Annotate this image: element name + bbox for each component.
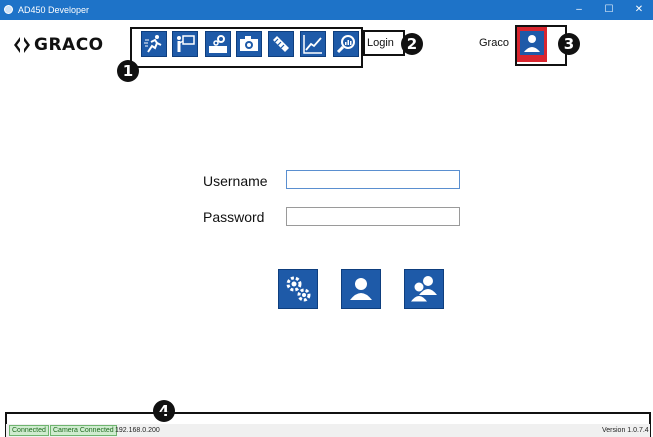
running-person-icon (144, 35, 162, 53)
minimize-button[interactable]: – (564, 0, 594, 20)
callout-3: 3 (558, 33, 580, 55)
username-label: Username (203, 173, 268, 189)
machine-gears-icon (209, 35, 227, 53)
user-icon (350, 278, 372, 300)
password-input[interactable] (286, 207, 460, 226)
camera-status-badge: Camera Connected (50, 425, 117, 436)
camera-icon (240, 36, 258, 51)
password-label: Password (203, 209, 265, 225)
app-icon (4, 5, 13, 14)
graco-logo: GRACO (12, 35, 130, 55)
user-login-button[interactable] (341, 269, 381, 309)
status-bar: Connected Camera Connected 192.168.0.200… (6, 424, 650, 437)
callout-2: 2 (401, 33, 423, 55)
close-button[interactable]: ✕ (624, 0, 653, 20)
users-button[interactable] (404, 269, 444, 309)
graco-logo-mark-icon (14, 37, 30, 53)
user-button[interactable] (517, 27, 547, 62)
line-chart-icon (303, 35, 322, 54)
callout-1: 1 (117, 60, 139, 82)
calibration-button[interactable] (268, 31, 294, 57)
title-bar: AD450 Developer – ☐ ✕ (0, 0, 653, 20)
maximize-button[interactable]: ☐ (594, 0, 624, 20)
window-title: AD450 Developer (18, 5, 90, 15)
user-name: Graco (479, 37, 509, 49)
presentation-button[interactable] (172, 31, 198, 57)
magnify-report-icon (336, 35, 355, 54)
users-icon (409, 276, 437, 303)
version-label: Version 1.0.7.4 (602, 427, 649, 434)
user-icon (524, 35, 540, 52)
username-input[interactable] (286, 170, 460, 189)
ip-address: 192.168.0.200 (115, 427, 160, 434)
report-button[interactable] (333, 31, 359, 57)
calibration-icon (273, 36, 289, 52)
presenter-icon (177, 35, 195, 52)
login-link[interactable]: Login (367, 36, 394, 50)
machine-button[interactable] (205, 31, 231, 57)
chart-button[interactable] (300, 31, 326, 57)
camera-button[interactable] (236, 31, 262, 57)
settings-button[interactable] (278, 269, 318, 309)
logo-text: GRACO (34, 35, 104, 55)
connection-status-badge: Connected (9, 425, 49, 436)
settings-gears-icon (286, 276, 311, 302)
run-button[interactable] (141, 31, 167, 57)
